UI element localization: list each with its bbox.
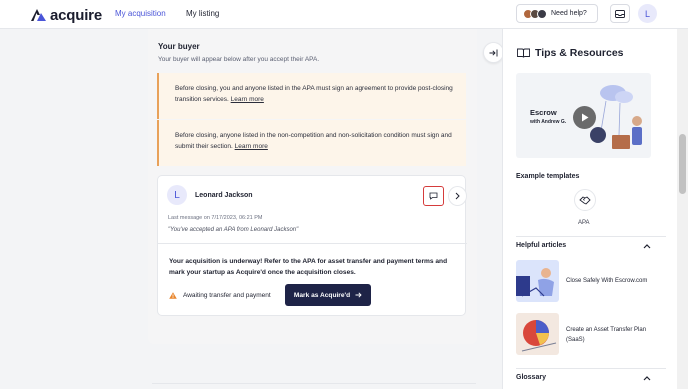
apa-template-label: APA	[578, 220, 590, 226]
mark-as-acquired-label: Mark as Acquire'd	[293, 291, 351, 299]
arrow-right-icon	[355, 292, 362, 298]
acquisition-status-text: Your acquisition is underway! Refer to t…	[169, 258, 448, 276]
video-subtitle: with Andrew G.	[530, 119, 567, 125]
article-illustration	[516, 268, 554, 297]
awaiting-status: Awaiting transfer and payment	[169, 292, 271, 299]
support-avatar	[537, 8, 547, 19]
top-navigation-bar: acquire My acquisition My listing Need h…	[0, 0, 688, 29]
article-thumbnail	[516, 313, 559, 355]
play-button[interactable]	[573, 106, 596, 129]
article-title: Create an Asset Transfer Plan (SaaS)	[566, 327, 647, 343]
escrow-video[interactable]: Escrow with Andrew G.	[516, 73, 651, 158]
page-divider	[152, 383, 476, 384]
apa-template-button[interactable]	[574, 189, 596, 211]
sidebar-divider	[516, 236, 666, 237]
article-thumbnail	[516, 260, 559, 302]
support-avatars	[523, 8, 547, 19]
collapse-right-icon	[489, 49, 498, 56]
chevron-up-icon[interactable]	[643, 243, 651, 249]
buyer-name: Leonard Jackson	[195, 192, 253, 199]
brand-name: acquire	[50, 6, 102, 24]
notice-non-competition: Before closing, anyone listed in the non…	[157, 120, 466, 166]
example-templates-heading: Example templates	[516, 173, 580, 180]
awaiting-label: Awaiting transfer and payment	[183, 292, 271, 299]
main-panel: Your buyer Your buyer will appear below …	[148, 29, 477, 344]
helpful-articles-heading[interactable]: Helpful articles	[516, 242, 566, 249]
collapse-sidebar-button[interactable]	[483, 42, 504, 63]
sidebar-title: Tips & Resources	[517, 47, 624, 59]
warning-icon	[169, 292, 177, 299]
section-subtitle: Your buyer will appear below after you a…	[158, 56, 320, 63]
glossary-heading[interactable]: Glossary	[516, 374, 546, 381]
need-help-label: Need help?	[551, 10, 587, 17]
buyer-card: L Leonard Jackson Last message on 7/17/2…	[157, 175, 467, 316]
video-title: Escrow	[530, 108, 557, 117]
chat-icon	[429, 192, 438, 200]
learn-more-link[interactable]: Learn more	[235, 143, 268, 150]
notice-transition-services: Before closing, you and anyone listed in…	[157, 73, 466, 119]
buyer-avatar: L	[167, 185, 187, 205]
open-conversation-button[interactable]	[448, 186, 467, 206]
article-title: Close Safely With Escrow.com	[566, 278, 648, 284]
user-avatar[interactable]: L	[638, 4, 657, 23]
mark-as-acquired-button[interactable]: Mark as Acquire'd	[285, 284, 371, 306]
last-message-timestamp: Last message on 7/17/2023, 06:21 PM	[168, 215, 263, 221]
sidebar-title-text: Tips & Resources	[535, 47, 624, 59]
acquire-logo[interactable]: acquire	[30, 6, 102, 24]
nav-my-listing[interactable]: My listing	[186, 9, 219, 18]
card-divider	[158, 243, 467, 244]
sidebar-divider	[516, 368, 666, 369]
handshake-icon	[579, 196, 591, 205]
nav-my-acquisition[interactable]: My acquisition	[115, 9, 166, 18]
notice-text: Before closing, you and anyone listed in…	[175, 85, 453, 103]
message-button[interactable]	[423, 186, 444, 206]
section-title: Your buyer	[158, 42, 200, 51]
article-asset-transfer[interactable]: Create an Asset Transfer Plan (SaaS)	[516, 313, 666, 355]
scrollbar-thumb[interactable]	[679, 134, 686, 194]
acquire-logo-icon	[31, 9, 46, 21]
chevron-right-icon	[455, 192, 460, 200]
need-help-button[interactable]: Need help?	[516, 4, 598, 23]
play-icon	[581, 113, 588, 122]
learn-more-link[interactable]: Learn more	[231, 96, 264, 103]
sidebar-scrollbar[interactable]	[677, 29, 688, 389]
article-escrow[interactable]: Close Safely With Escrow.com	[516, 260, 666, 302]
chevron-up-icon[interactable]	[643, 375, 651, 381]
inbox-icon	[615, 9, 625, 18]
notice-text: Before closing, anyone listed in the non…	[175, 132, 452, 150]
book-icon	[517, 48, 530, 58]
article-illustration	[521, 320, 557, 352]
inbox-button[interactable]	[610, 4, 630, 23]
last-message-preview: "You've accepted an APA from Leonard Jac…	[168, 227, 299, 233]
tips-resources-sidebar: Tips & Resources Escrow with Andrew G. E…	[502, 29, 677, 389]
